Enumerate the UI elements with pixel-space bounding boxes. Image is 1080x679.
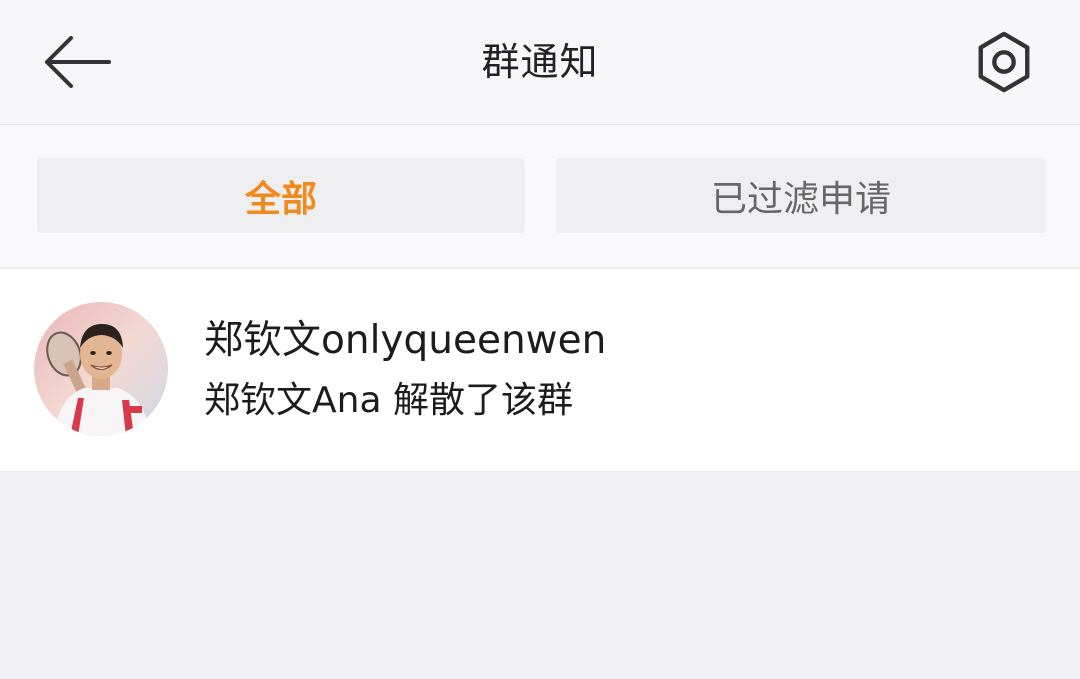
avatar[interactable] <box>34 302 168 436</box>
top-bar: 群通知 <box>0 0 1080 125</box>
tab-all[interactable]: 全部 <box>37 158 525 233</box>
page-title: 群通知 <box>481 40 599 84</box>
sender-name: 郑钦文onlyqueenwen <box>204 318 607 363</box>
user-avatar-image <box>34 302 168 436</box>
tab-filtered-requests[interactable]: 已过滤申请 <box>556 158 1046 233</box>
filter-tabs: 全部 已过滤申请 <box>0 125 1080 268</box>
notification-message: 郑钦文Ana 解散了该群 <box>204 380 573 421</box>
gear-icon <box>978 31 1030 93</box>
settings-button[interactable] <box>966 24 1042 100</box>
notification-item[interactable]: 郑钦文onlyqueenwen 郑钦文Ana 解散了该群 <box>0 269 1080 472</box>
